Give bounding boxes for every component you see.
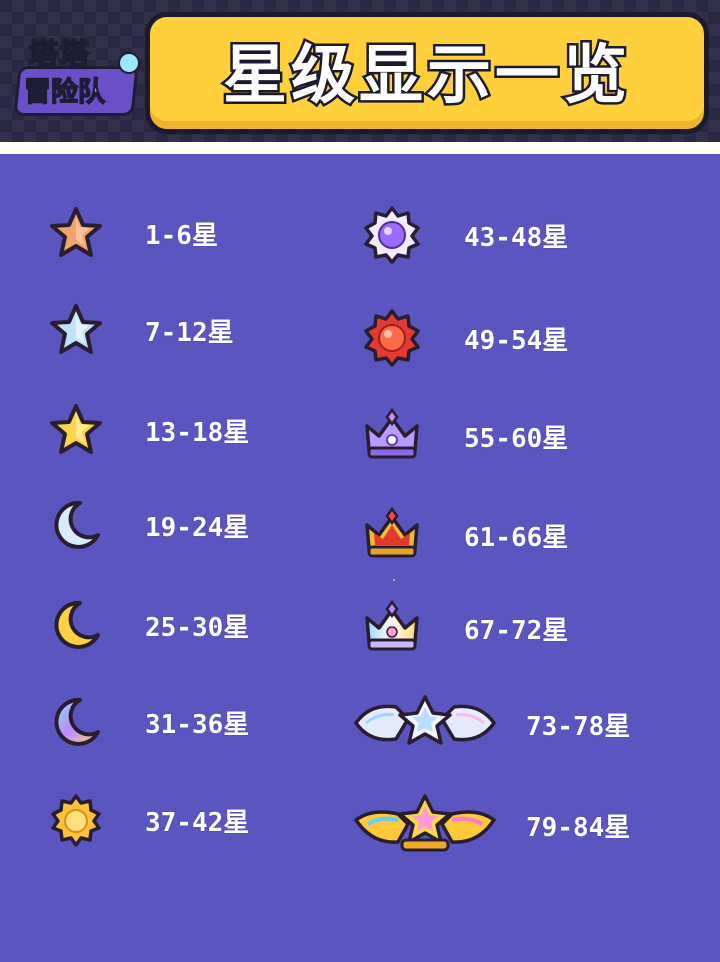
star-tier-row: 31-36星: [44, 692, 249, 752]
star-tier-row: 13-18星: [44, 400, 249, 460]
tier-label: 67-72星: [464, 615, 569, 646]
tier-label: 79-84星: [526, 812, 631, 843]
page-title: 星级显示一览: [221, 37, 631, 116]
star-tier-row: 67-72星: [360, 598, 568, 658]
logo-line1: 塔塔: [27, 37, 90, 74]
red-orb-badge-icon: [360, 306, 424, 370]
gold-sun-icon: [44, 788, 108, 852]
star-tier-row: 73-78星: [352, 694, 630, 754]
rainbow-moon-icon: [44, 690, 108, 754]
logo-line2: 冒险队: [23, 76, 106, 109]
tier-label: 61-66星: [464, 522, 569, 553]
gold-winged-emblem-icon: [352, 793, 498, 857]
star-tier-row: 19-24星: [44, 495, 249, 555]
star-tier-row: 49-54星: [360, 308, 568, 368]
star-tier-row: 55-60星: [360, 406, 568, 466]
star-tier-row: 7-12星: [44, 300, 234, 360]
tier-label: 25-30星: [145, 612, 250, 643]
purple-crown-icon: [360, 404, 424, 468]
speck: [393, 579, 395, 581]
silver-winged-emblem-icon: [352, 692, 498, 756]
star-tier-row: 37-42星: [44, 790, 249, 850]
game-logo: 塔塔 冒险队: [10, 26, 140, 118]
gold-star-icon: [44, 398, 108, 462]
star-tier-row: 43-48星: [360, 205, 568, 265]
purple-orb-badge-icon: [360, 203, 424, 267]
rainbow-crown-icon: [360, 596, 424, 660]
tier-label: 49-54星: [464, 325, 569, 356]
tier-label: 73-78星: [526, 711, 631, 742]
gold-moon-icon: [44, 593, 108, 657]
title-banner: 星级显示一览: [145, 12, 709, 134]
star-tier-row: 79-84星: [352, 793, 631, 857]
star-tier-row: 61-66星: [360, 505, 568, 565]
tier-label: 1-6星: [145, 220, 218, 251]
header-bar: 塔塔 冒险队 星级显示一览: [0, 0, 720, 142]
silver-moon-icon: [44, 493, 108, 557]
tier-label: 37-42星: [145, 807, 250, 838]
star-tier-row: 25-30星: [44, 595, 249, 655]
tier-label: 13-18星: [145, 417, 250, 448]
sparkle-icon: [118, 52, 140, 74]
silver-blue-star-icon: [44, 298, 108, 362]
tier-label: 31-36星: [145, 709, 250, 740]
red-gold-crown-icon: [360, 503, 424, 567]
tier-label: 19-24星: [145, 512, 250, 543]
tier-label: 55-60星: [464, 423, 569, 454]
divider: [0, 142, 720, 154]
tier-label: 43-48星: [464, 222, 569, 253]
bronze-star-icon: [44, 201, 108, 265]
star-tier-row: 1-6星: [44, 203, 218, 263]
tier-label: 7-12星: [145, 317, 234, 348]
